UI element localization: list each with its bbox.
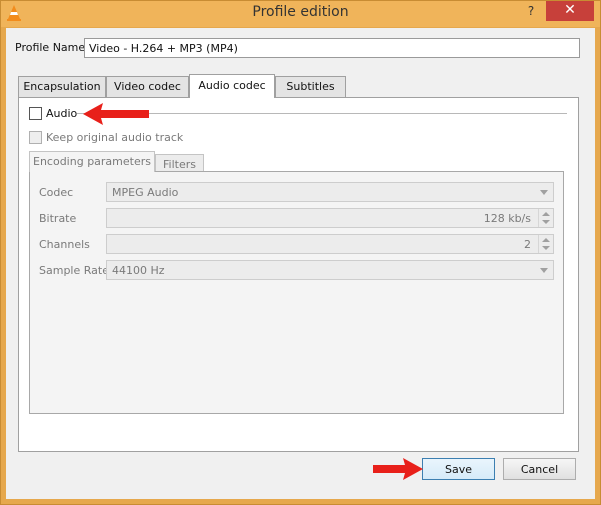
cancel-button[interactable]: Cancel <box>503 458 576 480</box>
tab-video-codec[interactable]: Video codec <box>106 76 189 98</box>
codec-select[interactable]: MPEG Audio <box>106 182 554 202</box>
profile-name-label: Profile Name <box>15 41 86 54</box>
sample-rate-select[interactable]: 44100 Hz <box>106 260 554 280</box>
spin-down-icon <box>542 246 550 250</box>
help-icon[interactable]: ? <box>522 3 540 21</box>
spin-up-icon <box>542 238 550 242</box>
audio-checkbox[interactable] <box>29 107 42 120</box>
codec-value: MPEG Audio <box>112 186 179 199</box>
bitrate-label: Bitrate <box>39 212 77 225</box>
annotation-arrow-audio <box>83 103 149 125</box>
channels-spinbox[interactable]: 2 <box>106 234 554 254</box>
profile-name-input[interactable] <box>84 38 580 58</box>
tab-filters[interactable]: Filters <box>155 154 204 172</box>
title-bar[interactable]: Profile edition ? ✕ <box>1 1 600 27</box>
profile-edition-window: Profile edition ? ✕ Profile Name Encapsu… <box>0 0 601 505</box>
bitrate-value: 128 kb/s <box>483 212 531 225</box>
spin-down-icon <box>542 220 550 224</box>
tab-encapsulation[interactable]: Encapsulation <box>18 76 106 98</box>
audio-codec-panel: Audio Keep original audio track Encoding… <box>18 97 579 452</box>
tab-subtitles[interactable]: Subtitles <box>275 76 346 98</box>
audio-checkbox-label[interactable]: Audio <box>46 107 77 120</box>
codec-label: Codec <box>39 186 74 199</box>
annotation-arrow-save <box>373 458 423 480</box>
chevron-down-icon <box>540 190 548 195</box>
save-button[interactable]: Save <box>422 458 495 480</box>
chevron-down-icon <box>540 268 548 273</box>
keep-original-audio-label: Keep original audio track <box>46 131 184 144</box>
channels-stepper[interactable] <box>538 235 553 253</box>
window-title: Profile edition <box>252 4 349 20</box>
channels-label: Channels <box>39 238 90 251</box>
bitrate-spinbox[interactable]: 128 kb/s <box>106 208 554 228</box>
keep-original-audio-checkbox[interactable] <box>29 131 42 144</box>
spin-up-icon <box>542 212 550 216</box>
sample-rate-value: 44100 Hz <box>112 264 165 277</box>
dialog-body: Profile Name Encapsulation Video codec A… <box>6 28 595 499</box>
bitrate-stepper[interactable] <box>538 209 553 227</box>
close-button[interactable]: ✕ <box>546 1 594 21</box>
tab-encoding-parameters[interactable]: Encoding parameters <box>29 151 155 172</box>
sample-rate-label: Sample Rate <box>39 264 109 277</box>
tab-audio-codec[interactable]: Audio codec <box>189 74 275 98</box>
encoding-parameters-panel: Codec MPEG Audio Bitrate 128 kb/s Channe… <box>29 171 564 414</box>
channels-value: 2 <box>524 238 531 251</box>
